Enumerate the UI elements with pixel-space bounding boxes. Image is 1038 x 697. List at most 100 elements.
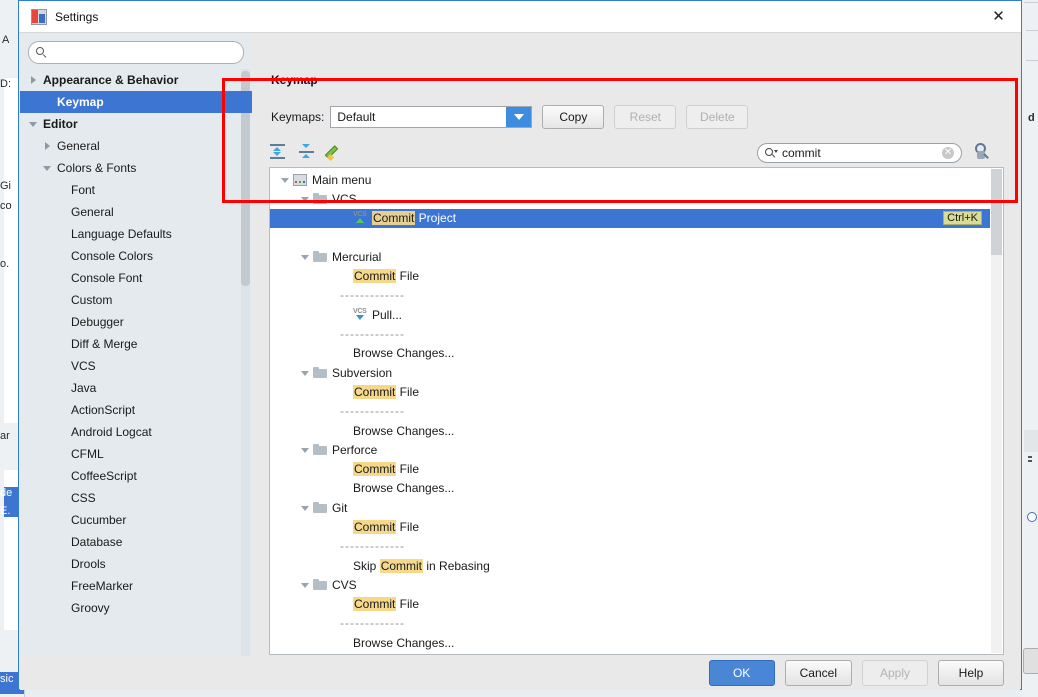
- sidebar-item-cfml[interactable]: CFML: [20, 443, 252, 465]
- keymap-tree-action[interactable]: Commit File: [270, 517, 990, 536]
- edit-shortcut-icon[interactable]: [324, 143, 344, 162]
- keymap-tree-action[interactable]: Browse Changes...: [270, 633, 990, 652]
- chevron-down-icon[interactable]: [280, 173, 293, 186]
- keymap-select[interactable]: Default: [330, 106, 533, 128]
- copy-button[interactable]: Copy: [542, 105, 605, 129]
- find-by-shortcut-icon[interactable]: [973, 143, 991, 161]
- background-right-mark-1: [1028, 456, 1032, 458]
- search-match-highlight: Commit: [353, 519, 397, 534]
- sidebar-item-freemarker[interactable]: FreeMarker: [20, 575, 252, 597]
- sidebar-item-custom[interactable]: Custom: [20, 289, 252, 311]
- keymap-tree-action[interactable]: Browse Changes...: [270, 479, 990, 498]
- sidebar-item-drools[interactable]: Drools: [20, 553, 252, 575]
- sidebar-item-editor[interactable]: Editor: [20, 113, 252, 135]
- dialog-body: Appearance & Behavior Keymap Editor General…: [19, 33, 1021, 691]
- keymap-tree-action[interactable]: Commit File: [270, 266, 990, 285]
- sidebar-item-label: CFML: [71, 447, 104, 461]
- sidebar-item-console-font[interactable]: Console Font: [20, 267, 252, 289]
- sidebar-item-database[interactable]: Database: [20, 531, 252, 553]
- keyboard-shortcut-badge: Ctrl+K: [943, 210, 982, 225]
- chevron-down-icon[interactable]: [506, 107, 532, 127]
- reset-button: Reset: [614, 105, 677, 129]
- keymap-find-input[interactable]: [778, 146, 942, 160]
- keymap-tree-action[interactable]: VCS Pull...: [270, 305, 990, 324]
- keymap-tree-group[interactable]: Subversion: [270, 363, 990, 382]
- keymap-tree-group[interactable]: Git: [270, 498, 990, 517]
- search-input[interactable]: [47, 44, 243, 61]
- help-button[interactable]: Help: [938, 660, 1004, 686]
- keymap-tree-action[interactable]: VCS Commit Project Ctrl+K: [270, 208, 990, 228]
- chevron-down-icon[interactable]: [42, 162, 54, 174]
- keymap-tree-action[interactable]: Commit File: [270, 382, 990, 401]
- sidebar-item-label: Java: [71, 381, 97, 395]
- clear-icon[interactable]: ✕: [942, 147, 954, 159]
- keymap-tree-action[interactable]: Skip Commit in Rebasing: [270, 556, 990, 575]
- keymap-tree-group[interactable]: Mercurial: [270, 247, 990, 266]
- expand-all-icon[interactable]: [269, 143, 286, 160]
- keymap-find-box[interactable]: ✕: [757, 143, 962, 163]
- sidebar-item-coffeescript[interactable]: CoffeeScript: [20, 465, 252, 487]
- sidebar-item-actionscript[interactable]: ActionScript: [20, 399, 252, 421]
- sidebar-item-general[interactable]: General: [20, 135, 252, 157]
- keymap-action-label: Browse Changes...: [353, 346, 455, 361]
- sidebar-item-diff-merge[interactable]: Diff & Merge: [20, 333, 252, 355]
- keymap-tree-action[interactable]: Commit File: [270, 459, 990, 478]
- keymap-scrollbar-thumb[interactable]: [991, 169, 1002, 255]
- sidebar-item-label: VCS: [71, 359, 96, 373]
- keymap-tree-action[interactable]: Browse Changes...: [270, 344, 990, 363]
- sidebar-item-label: Groovy: [71, 601, 110, 615]
- background-right-divider-1: [1024, 2, 1038, 3]
- sidebar-item-font[interactable]: Font: [20, 179, 252, 201]
- sidebar-item-android-logcat[interactable]: Android Logcat: [20, 421, 252, 443]
- close-icon[interactable]: ✕: [976, 1, 1021, 31]
- sidebar-item-keymap[interactable]: Keymap: [20, 91, 252, 113]
- sidebar-item-java[interactable]: Java: [20, 377, 252, 399]
- ok-button[interactable]: OK: [708, 660, 775, 686]
- keymap-tree-action[interactable]: Browse Changes...: [270, 421, 990, 440]
- sidebar-item-language-defaults[interactable]: Language Defaults: [20, 223, 252, 245]
- chevron-down-icon[interactable]: [300, 443, 313, 456]
- sidebar-item-console-colors[interactable]: Console Colors: [20, 245, 252, 267]
- background-fragment-5: ar: [0, 430, 10, 442]
- keymap-tree-group[interactable]: VCS: [270, 189, 990, 208]
- keymap-tree-group[interactable]: Main menu: [270, 170, 990, 189]
- separator-dashes: -------------: [340, 327, 405, 342]
- chevron-down-icon[interactable]: [300, 501, 313, 514]
- sidebar-item-css[interactable]: CSS: [20, 487, 252, 509]
- chevron-right-icon[interactable]: [42, 140, 54, 152]
- sidebar-item-appearance-behavior[interactable]: Appearance & Behavior: [20, 69, 252, 91]
- chevron-down-icon[interactable]: [300, 578, 313, 591]
- sidebar-item-groovy[interactable]: Groovy: [20, 597, 252, 619]
- sidebar-item-colors-fonts[interactable]: Colors & Fonts: [20, 157, 252, 179]
- chevron-down-icon[interactable]: [300, 192, 313, 205]
- keymap-tree-action[interactable]: Commit File: [270, 595, 990, 614]
- keymap-tree-group[interactable]: CVS: [270, 575, 990, 594]
- folder-icon: [313, 502, 327, 514]
- cancel-button[interactable]: Cancel: [784, 660, 852, 686]
- sidebar-item-vcs[interactable]: VCS: [20, 355, 252, 377]
- sidebar-item-debugger[interactable]: Debugger: [20, 311, 252, 333]
- collapse-all-icon[interactable]: [298, 143, 315, 160]
- sidebar-item-cucumber[interactable]: Cucumber: [20, 509, 252, 531]
- sidebar-item-label: Android Logcat: [71, 425, 152, 439]
- sidebar-item-label: General: [71, 205, 114, 219]
- sidebar-item-label: FreeMarker: [71, 579, 134, 593]
- keymap-action-label: Commit File: [353, 269, 420, 284]
- keymap-tree-group[interactable]: Perforce: [270, 440, 990, 459]
- chevron-down-icon[interactable]: [300, 366, 313, 379]
- chevron-down-icon[interactable]: [300, 250, 313, 263]
- chevron-right-icon[interactable]: [28, 74, 40, 86]
- separator-dashes: -------------: [340, 616, 405, 631]
- sidebar-item-general[interactable]: General: [20, 201, 252, 223]
- sidebar-tree: Appearance & Behavior Keymap Editor General…: [20, 69, 252, 656]
- page-title: Keymap: [271, 73, 318, 87]
- folder-icon: [313, 367, 327, 379]
- sidebar-item-label: Editor: [43, 117, 78, 131]
- chevron-down-icon[interactable]: [28, 118, 40, 130]
- search-box[interactable]: [28, 41, 244, 64]
